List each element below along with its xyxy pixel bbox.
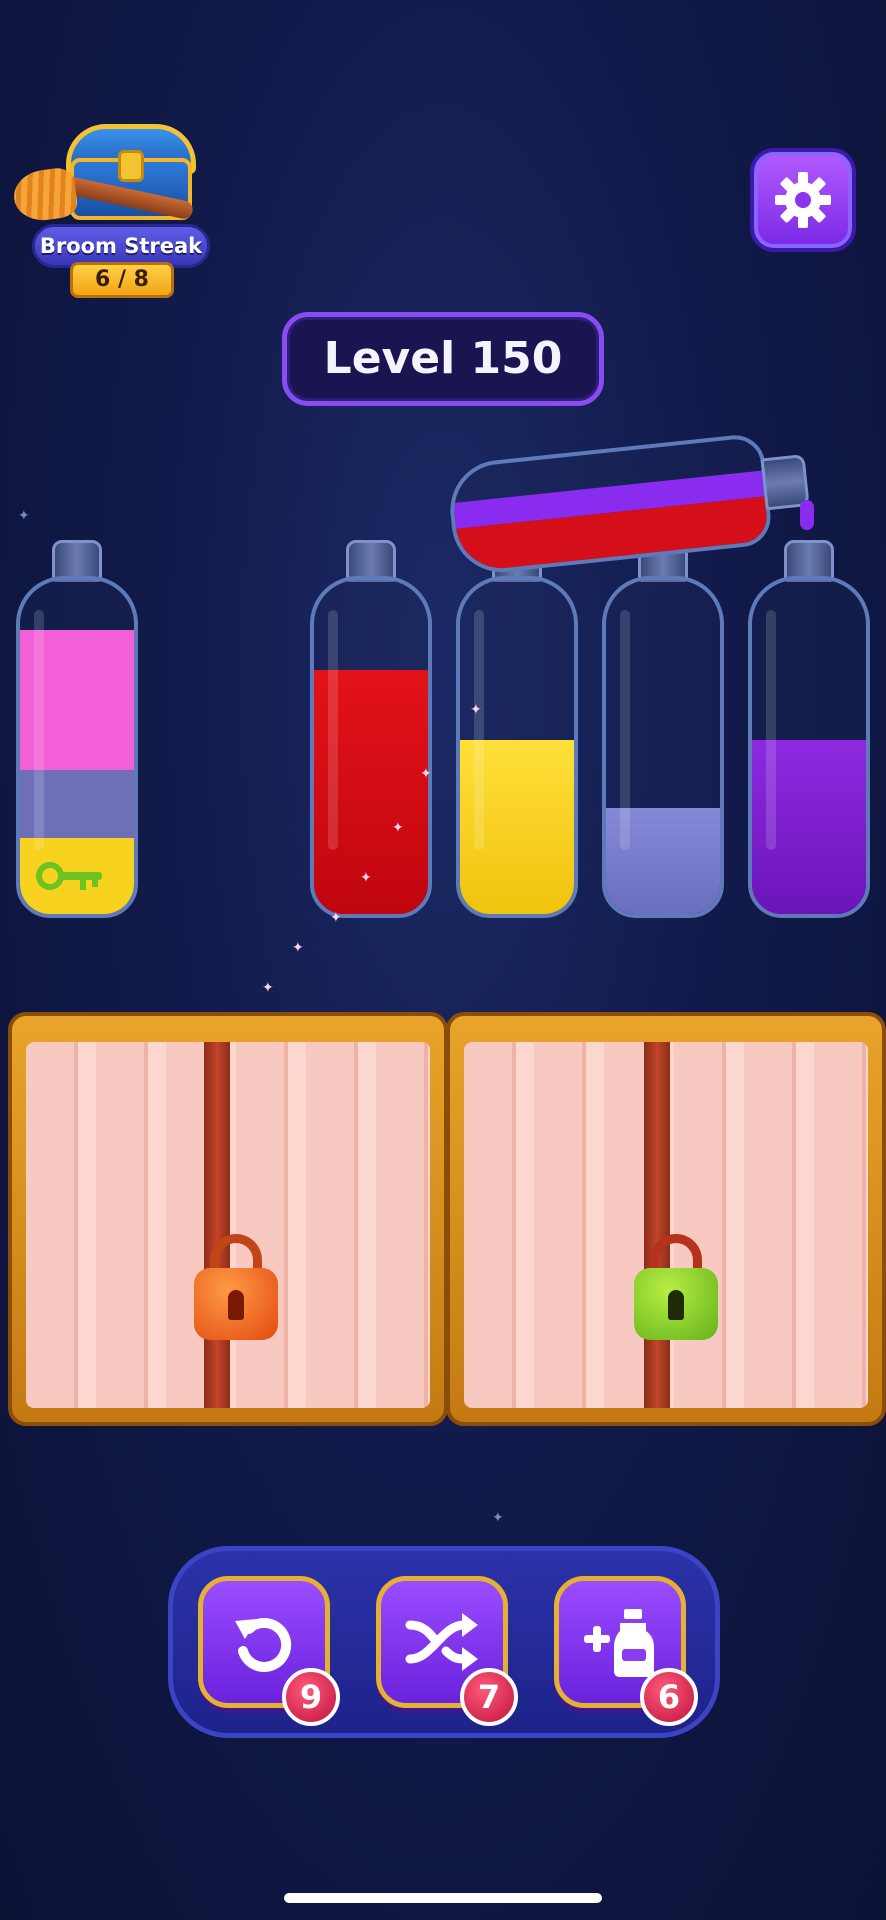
home-indicator[interactable] (284, 1893, 602, 1903)
sparkle: ✦ (18, 508, 30, 524)
bottle-glass (602, 576, 724, 918)
broom-head-icon (10, 165, 80, 225)
shuffle-count-badge: 7 (460, 1668, 518, 1726)
chest-lock-icon (118, 150, 144, 182)
sparkle: ✦ (392, 820, 404, 836)
door-planks (26, 1042, 430, 1408)
locked-door-right[interactable] (446, 1012, 886, 1426)
undo-count-badge: 9 (282, 1668, 340, 1726)
sparkle: ✦ (420, 766, 432, 782)
level-indicator: Level 150 (282, 312, 604, 406)
shuffle-icon (405, 1613, 478, 1671)
locked-door-left[interactable] (8, 1012, 448, 1426)
green-padlock-icon (634, 1234, 718, 1340)
broom-streak-count: 6 / 8 (70, 262, 174, 298)
bottle-4[interactable] (602, 540, 724, 918)
door-planks (464, 1042, 868, 1408)
bottle-glass (456, 576, 578, 918)
add-bottle-icon (584, 1609, 654, 1677)
bottle-glass (310, 576, 432, 918)
sparkle: ✦ (292, 940, 304, 956)
pouring-bottle-glass (445, 432, 774, 578)
bottle-1[interactable] (16, 540, 138, 918)
add-bottle-count-badge: 6 (640, 1668, 698, 1726)
sparkle: ✦ (262, 980, 274, 996)
sparkle: ✦ (470, 702, 482, 718)
bottle-glass (16, 576, 138, 918)
settings-button[interactable] (750, 148, 856, 252)
orange-padlock-icon (194, 1234, 278, 1340)
key-icon (36, 862, 102, 890)
undo-icon (235, 1618, 292, 1672)
door-seam (644, 1042, 670, 1408)
sparkle: ✦ (492, 1510, 504, 1526)
bottle-3[interactable] (456, 540, 578, 918)
bottle-2[interactable] (310, 540, 432, 918)
sparkle: ✦ (360, 870, 372, 886)
bottle-5[interactable] (748, 540, 870, 918)
pouring-stream (800, 500, 814, 530)
door-seam (204, 1042, 230, 1408)
bottle-glass (748, 576, 870, 918)
broom-streak-widget[interactable]: Broom Streak 6 / 8 (10, 118, 210, 298)
sparkle: ✦ (330, 910, 342, 926)
gear-icon (775, 172, 831, 228)
